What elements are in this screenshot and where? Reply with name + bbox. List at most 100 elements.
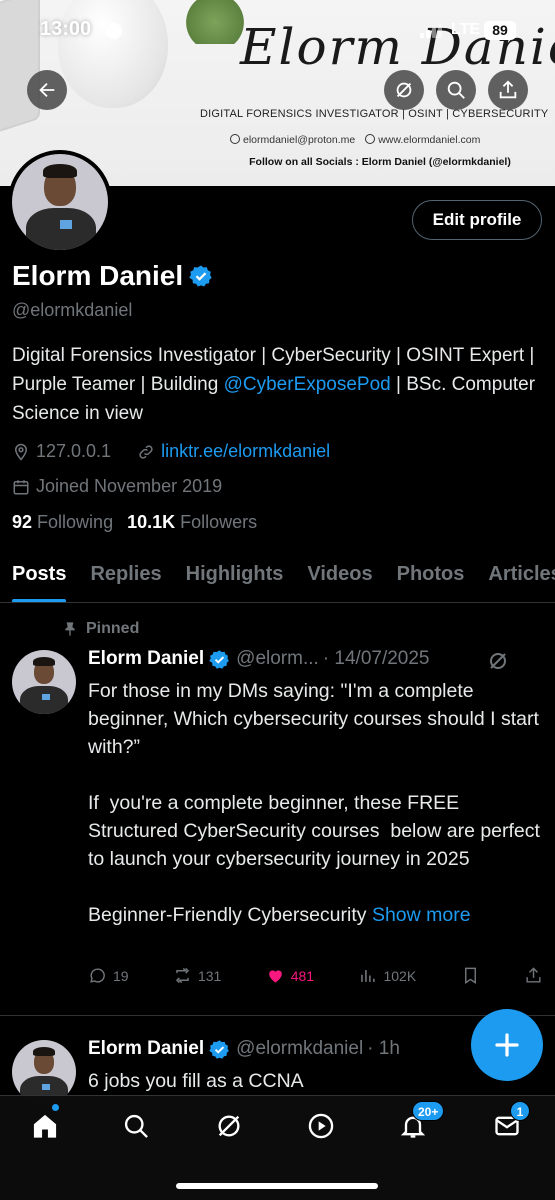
profile-name-text: Elorm Daniel — [12, 260, 184, 291]
battery-indicator: 89 — [484, 21, 516, 40]
reply-count: 19 — [113, 967, 129, 984]
banner-contact: elormdaniel@proton.me www.elormdaniel.co… — [230, 134, 520, 146]
banner-keyboard-graphic — [0, 0, 40, 142]
following-count: 92 — [12, 512, 33, 532]
home-icon — [33, 1114, 57, 1138]
profile-meta-row: 127.0.0.1 linktr.ee/elormkdaniel — [12, 441, 330, 462]
post-text: For those in my DMs saying: "I'm a compl… — [88, 680, 540, 926]
heart-filled-icon — [268, 970, 282, 983]
grok-icon — [218, 1115, 240, 1137]
tab-highlights[interactable]: Highlights — [174, 555, 296, 602]
grok-icon[interactable] — [486, 649, 510, 673]
avatar-image — [12, 154, 108, 250]
post-body[interactable]: For those in my DMs saying: "I'm a compl… — [88, 677, 543, 929]
messages-badge: 1 — [510, 1101, 530, 1121]
banner-subtitle: DIGITAL FORENSICS INVESTIGATOR | OSINT |… — [200, 108, 549, 120]
share-post-button[interactable] — [524, 966, 543, 985]
post-author-handle[interactable]: @elorm... — [236, 648, 319, 670]
show-more-link[interactable]: Show more — [372, 904, 471, 926]
reply-icon — [90, 968, 105, 983]
nav-video[interactable] — [305, 1110, 337, 1142]
link-icon — [139, 444, 153, 459]
post-author-name[interactable]: Elorm Daniel — [88, 1038, 204, 1060]
email-icon — [230, 134, 240, 144]
follow-stats: 92 Following 10.1K Followers — [12, 512, 257, 533]
share-icon — [499, 80, 517, 99]
banner-website: www.elormdaniel.com — [378, 134, 481, 146]
tab-replies[interactable]: Replies — [78, 555, 173, 602]
home-indicator — [176, 1183, 378, 1189]
pinned-label: Pinned — [86, 620, 140, 637]
profile-handle: @elormkdaniel — [12, 300, 133, 320]
grok-icon — [396, 82, 412, 98]
nav-home[interactable] — [29, 1110, 61, 1142]
compose-post-button[interactable] — [471, 1009, 543, 1081]
profile-location: 127.0.0.1 — [36, 441, 112, 461]
bookmark-button[interactable] — [461, 966, 480, 985]
share-button[interactable] — [488, 70, 528, 110]
banner-email-wrap: elormdaniel@proton.me — [230, 134, 355, 146]
post-header: Elorm Daniel @elormkdaniel · 1h — [88, 1038, 400, 1060]
share-icon — [526, 967, 541, 983]
followers-count: 10.1K — [127, 512, 176, 532]
banner-website-wrap: www.elormdaniel.com — [365, 134, 480, 146]
plus-icon — [495, 1033, 519, 1057]
pin-icon — [65, 622, 75, 636]
verified-badge-icon[interactable] — [189, 264, 213, 288]
signal-icon — [420, 24, 442, 38]
post-divider — [0, 1015, 555, 1016]
status-face-icon — [106, 23, 122, 39]
following-label: Following — [37, 512, 114, 532]
views-count: 102K — [383, 967, 417, 984]
post-header: Elorm Daniel @elorm... · 14/07/2025 — [88, 648, 430, 670]
edit-profile-button[interactable]: Edit profile — [412, 200, 542, 240]
banner-mouse-graphic — [58, 0, 168, 108]
profile-website-link[interactable]: linktr.ee/elormkdaniel — [161, 441, 330, 462]
followers-link[interactable]: 10.1K Followers — [127, 512, 257, 533]
followers-label: Followers — [180, 512, 258, 532]
verified-badge-icon — [209, 649, 230, 669]
post-avatar[interactable] — [12, 650, 76, 714]
views-button[interactable]: 102K — [358, 966, 416, 985]
reply-button[interactable]: 19 — [88, 966, 129, 985]
location-icon — [14, 443, 28, 461]
tab-articles[interactable]: Articles — [476, 555, 555, 602]
bookmark-icon — [464, 967, 476, 984]
globe-icon — [365, 134, 376, 144]
post-actions: 19 131 481 102K — [88, 966, 543, 985]
repost-button[interactable]: 131 — [173, 966, 221, 985]
notifications-badge: 20+ — [412, 1101, 445, 1121]
profile-bio: Digital Forensics Investigator | CyberSe… — [12, 341, 547, 428]
search-icon — [124, 1114, 148, 1138]
profile-name: Elorm Daniel — [12, 260, 213, 292]
profile-joined: Joined November 2019 — [36, 476, 223, 496]
pinned-indicator: Pinned — [62, 620, 139, 638]
banner-follow-text: Follow on all Socials : Elorm Daniel (@e… — [249, 156, 511, 168]
post-author-handle[interactable]: @elormkdaniel — [236, 1038, 363, 1060]
play-icon — [308, 1113, 334, 1139]
post-body[interactable]: 6 jobs you fill as a CCNA — [88, 1067, 543, 1095]
profile-avatar[interactable] — [8, 150, 112, 254]
post-author-name[interactable]: Elorm Daniel — [88, 648, 204, 670]
calendar-icon — [13, 479, 29, 494]
back-button[interactable] — [27, 70, 67, 110]
like-count: 481 — [290, 967, 315, 984]
arrow-left-icon — [39, 82, 55, 98]
grok-button[interactable] — [384, 70, 424, 110]
status-time: 13:00 — [40, 18, 92, 40]
nav-search[interactable] — [120, 1110, 152, 1142]
bio-mention-link[interactable]: @CyberExposePod — [224, 374, 391, 395]
tab-posts[interactable]: Posts — [0, 555, 78, 602]
repost-count: 131 — [197, 967, 222, 984]
network-type: LTE — [451, 21, 481, 38]
following-link[interactable]: 92 Following — [12, 512, 113, 533]
banner-email: elormdaniel@proton.me — [243, 134, 356, 146]
tab-videos[interactable]: Videos — [295, 555, 384, 602]
search-button[interactable] — [436, 70, 476, 110]
nav-grok[interactable] — [213, 1110, 245, 1142]
post-date: · 1h — [367, 1038, 400, 1059]
tab-photos[interactable]: Photos — [385, 555, 477, 602]
repost-icon — [175, 967, 190, 984]
profile-tabs: Posts Replies Highlights Videos Photos A… — [0, 555, 555, 603]
like-button[interactable]: 481 — [266, 966, 314, 985]
